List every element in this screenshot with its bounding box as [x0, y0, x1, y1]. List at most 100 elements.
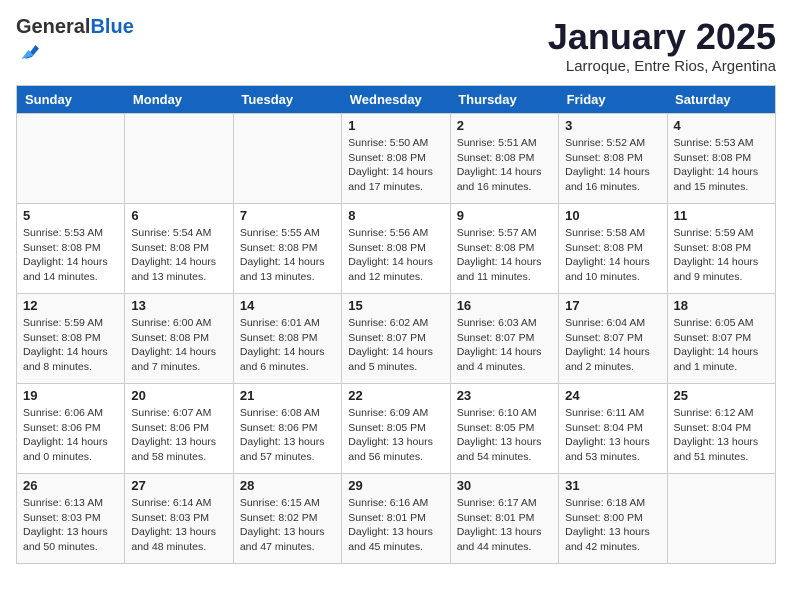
calendar-day-cell: 14Sunrise: 6:01 AM Sunset: 8:08 PM Dayli…: [233, 294, 341, 384]
calendar-day-cell: [667, 474, 775, 564]
day-info: Sunrise: 5:53 AM Sunset: 8:08 PM Dayligh…: [674, 136, 769, 195]
day-number: 28: [240, 478, 335, 493]
calendar-day-cell: 8Sunrise: 5:56 AM Sunset: 8:08 PM Daylig…: [342, 204, 450, 294]
day-number: 23: [457, 388, 552, 403]
day-info: Sunrise: 6:07 AM Sunset: 8:06 PM Dayligh…: [131, 406, 226, 465]
day-number: 22: [348, 388, 443, 403]
calendar-week-row: 26 Sunrise: 6:13 AM Sunset: 8:03 PM Dayli…: [17, 474, 776, 564]
calendar-day-cell: [125, 114, 233, 204]
day-number: 9: [457, 208, 552, 223]
day-info: Sunrise: 5:50 AM Sunset: 8:08 PM Dayligh…: [348, 136, 443, 195]
day-info: Sunrise: 5:59 AM Sunset: 8:08 PM Dayligh…: [674, 226, 769, 285]
calendar-day-cell: 12Sunrise: 5:59 AM Sunset: 8:08 PM Dayli…: [17, 294, 125, 384]
calendar-day-cell: 10Sunrise: 5:58 AM Sunset: 8:08 PM Dayli…: [559, 204, 667, 294]
day-info: Sunrise: 6:18 AM Sunset: 8:00 PM Dayligh…: [565, 496, 660, 555]
day-info: Sunrise: 5:52 AM Sunset: 8:08 PM Dayligh…: [565, 136, 660, 195]
day-number: 14: [240, 298, 335, 313]
weekday-header-cell: Monday: [125, 86, 233, 114]
day-number: 29: [348, 478, 443, 493]
calendar-table: SundayMondayTuesdayWednesdayThursdayFrid…: [16, 85, 776, 564]
weekday-header-cell: Thursday: [450, 86, 558, 114]
calendar-day-cell: 29 Sunrise: 6:16 AM Sunset: 8:01 PM Dayli…: [342, 474, 450, 564]
day-info: Sunrise: 6:11 AM Sunset: 8:04 PM Dayligh…: [565, 406, 660, 465]
calendar-day-cell: 30Sunrise: 6:17 AM Sunset: 8:01 PM Dayli…: [450, 474, 558, 564]
calendar-day-cell: 17 Sunrise: 6:04 AM Sunset: 8:07 PM Dayli…: [559, 294, 667, 384]
day-info: Sunrise: 6:15 AM Sunset: 8:02 PM Dayligh…: [240, 496, 335, 555]
calendar-day-cell: 21 Sunrise: 6:08 AM Sunset: 8:06 PM Dayli…: [233, 384, 341, 474]
calendar-day-cell: 11 Sunrise: 5:59 AM Sunset: 8:08 PM Dayli…: [667, 204, 775, 294]
day-info: Sunrise: 6:02 AM Sunset: 8:07 PM Dayligh…: [348, 316, 443, 375]
day-info: Sunrise: 6:13 AM Sunset: 8:03 PM Dayligh…: [23, 496, 118, 555]
calendar-day-cell: 28 Sunrise: 6:15 AM Sunset: 8:02 PM Dayli…: [233, 474, 341, 564]
calendar-day-cell: 15 Sunrise: 6:02 AM Sunset: 8:07 PM Dayli…: [342, 294, 450, 384]
calendar-day-cell: 27Sunrise: 6:14 AM Sunset: 8:03 PM Dayli…: [125, 474, 233, 564]
day-number: 27: [131, 478, 226, 493]
day-info: Sunrise: 6:04 AM Sunset: 8:07 PM Dayligh…: [565, 316, 660, 375]
day-info: Sunrise: 5:55 AM Sunset: 8:08 PM Dayligh…: [240, 226, 335, 285]
calendar-day-cell: 3 Sunrise: 5:52 AM Sunset: 8:08 PM Daylig…: [559, 114, 667, 204]
calendar-day-cell: 6 Sunrise: 5:54 AM Sunset: 8:08 PM Daylig…: [125, 204, 233, 294]
day-number: 2: [457, 118, 552, 133]
day-number: 21: [240, 388, 335, 403]
calendar-day-cell: 25Sunrise: 6:12 AM Sunset: 8:04 PM Dayli…: [667, 384, 775, 474]
calendar-day-cell: 22 Sunrise: 6:09 AM Sunset: 8:05 PM Dayli…: [342, 384, 450, 474]
day-number: 6: [131, 208, 226, 223]
day-number: 11: [674, 208, 769, 223]
page-header: GeneralBlue January 2025 Larroque, Entre…: [16, 16, 776, 75]
calendar-title: January 2025: [548, 16, 776, 58]
day-number: 20: [131, 388, 226, 403]
day-number: 19: [23, 388, 118, 403]
calendar-day-cell: 9Sunrise: 5:57 AM Sunset: 8:08 PM Daylig…: [450, 204, 558, 294]
day-info: Sunrise: 6:17 AM Sunset: 8:01 PM Dayligh…: [457, 496, 552, 555]
calendar-day-cell: 23 Sunrise: 6:10 AM Sunset: 8:05 PM Dayli…: [450, 384, 558, 474]
logo-general-text: General: [16, 16, 90, 38]
day-info: Sunrise: 6:16 AM Sunset: 8:01 PM Dayligh…: [348, 496, 443, 555]
day-number: 10: [565, 208, 660, 223]
day-number: 18: [674, 298, 769, 313]
day-number: 31: [565, 478, 660, 493]
day-info: Sunrise: 6:00 AM Sunset: 8:08 PM Dayligh…: [131, 316, 226, 375]
day-number: 13: [131, 298, 226, 313]
weekday-header-cell: Saturday: [667, 86, 775, 114]
day-info: Sunrise: 5:54 AM Sunset: 8:08 PM Dayligh…: [131, 226, 226, 285]
day-info: Sunrise: 6:09 AM Sunset: 8:05 PM Dayligh…: [348, 406, 443, 465]
day-info: Sunrise: 6:08 AM Sunset: 8:06 PM Dayligh…: [240, 406, 335, 465]
calendar-day-cell: 26 Sunrise: 6:13 AM Sunset: 8:03 PM Dayli…: [17, 474, 125, 564]
calendar-day-cell: 5Sunrise: 5:53 AM Sunset: 8:08 PM Daylig…: [17, 204, 125, 294]
weekday-header-cell: Wednesday: [342, 86, 450, 114]
day-info: Sunrise: 6:10 AM Sunset: 8:05 PM Dayligh…: [457, 406, 552, 465]
weekday-header-row: SundayMondayTuesdayWednesdayThursdayFrid…: [17, 86, 776, 114]
day-info: Sunrise: 6:05 AM Sunset: 8:07 PM Dayligh…: [674, 316, 769, 375]
logo-icon: [18, 38, 46, 66]
calendar-week-row: 19 Sunrise: 6:06 AM Sunset: 8:06 PM Dayli…: [17, 384, 776, 474]
day-info: Sunrise: 5:53 AM Sunset: 8:08 PM Dayligh…: [23, 226, 118, 285]
day-number: 24: [565, 388, 660, 403]
day-info: Sunrise: 5:56 AM Sunset: 8:08 PM Dayligh…: [348, 226, 443, 285]
day-number: 25: [674, 388, 769, 403]
calendar-week-row: 1 Sunrise: 5:50 AM Sunset: 8:08 PM Daylig…: [17, 114, 776, 204]
calendar-body: 1 Sunrise: 5:50 AM Sunset: 8:08 PM Daylig…: [17, 114, 776, 564]
day-info: Sunrise: 5:59 AM Sunset: 8:08 PM Dayligh…: [23, 316, 118, 375]
day-number: 15: [348, 298, 443, 313]
day-number: 17: [565, 298, 660, 313]
title-block: January 2025 Larroque, Entre Rios, Argen…: [548, 16, 776, 75]
weekday-header-cell: Tuesday: [233, 86, 341, 114]
day-info: Sunrise: 6:03 AM Sunset: 8:07 PM Dayligh…: [457, 316, 552, 375]
day-number: 3: [565, 118, 660, 133]
calendar-day-cell: 7Sunrise: 5:55 AM Sunset: 8:08 PM Daylig…: [233, 204, 341, 294]
calendar-day-cell: 2 Sunrise: 5:51 AM Sunset: 8:08 PM Daylig…: [450, 114, 558, 204]
calendar-week-row: 5Sunrise: 5:53 AM Sunset: 8:08 PM Daylig…: [17, 204, 776, 294]
calendar-day-cell: 19 Sunrise: 6:06 AM Sunset: 8:06 PM Dayli…: [17, 384, 125, 474]
day-info: Sunrise: 5:51 AM Sunset: 8:08 PM Dayligh…: [457, 136, 552, 195]
logo-blue-text: Blue: [90, 16, 133, 38]
calendar-day-cell: 31 Sunrise: 6:18 AM Sunset: 8:00 PM Dayli…: [559, 474, 667, 564]
day-number: 16: [457, 298, 552, 313]
day-info: Sunrise: 6:06 AM Sunset: 8:06 PM Dayligh…: [23, 406, 118, 465]
calendar-subtitle: Larroque, Entre Rios, Argentina: [548, 58, 776, 75]
day-number: 1: [348, 118, 443, 133]
weekday-header-cell: Friday: [559, 86, 667, 114]
calendar-day-cell: 13 Sunrise: 6:00 AM Sunset: 8:08 PM Dayli…: [125, 294, 233, 384]
day-number: 26: [23, 478, 118, 493]
calendar-day-cell: 4 Sunrise: 5:53 AM Sunset: 8:08 PM Daylig…: [667, 114, 775, 204]
day-number: 4: [674, 118, 769, 133]
